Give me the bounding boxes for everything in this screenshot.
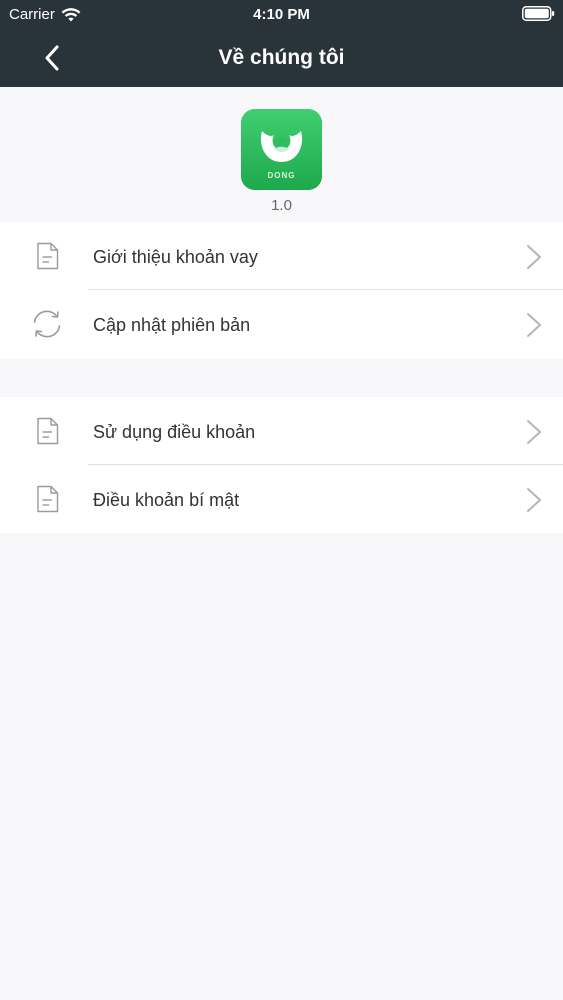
app-version: 1.0 — [271, 197, 292, 214]
header: Carrier 4:10 PM Về chúng tôi — [0, 0, 563, 87]
app-logo-text: DONG — [267, 171, 296, 180]
list-item-update-version[interactable]: Cập nhật phiên bản — [0, 290, 563, 358]
battery-icon — [522, 6, 555, 21]
list-item-label: Giới thiệu khoản vay — [93, 247, 258, 267]
list-item-loan-intro[interactable]: Giới thiệu khoản vay — [0, 222, 563, 290]
app-logo: DONG — [241, 109, 322, 190]
chevron-right-icon — [525, 487, 543, 513]
list-item-privacy-terms[interactable]: Điều khoản bí mật — [0, 465, 563, 533]
settings-group-2: Sử dụng điều khoản Điều khoản bí mật — [0, 397, 563, 533]
document-icon — [30, 240, 64, 272]
refresh-icon — [30, 308, 64, 340]
status-bar: Carrier 4:10 PM — [0, 0, 563, 28]
list-item-label: Cập nhật phiên bản — [93, 315, 251, 335]
navigation-bar: Về chúng tôi — [0, 28, 563, 87]
back-button[interactable] — [32, 36, 72, 80]
chevron-left-icon — [45, 45, 59, 71]
list-item-terms-of-use[interactable]: Sử dụng điều khoản — [0, 397, 563, 465]
document-icon — [30, 415, 64, 447]
app-info-section: DONG 1.0 — [0, 87, 563, 221]
list-item-label: Sử dụng điều khoản — [93, 422, 256, 442]
page-title: Về chúng tôi — [218, 46, 345, 69]
chevron-right-icon — [525, 244, 543, 270]
status-time: 4:10 PM — [253, 6, 310, 23]
list-item-label: Điều khoản bí mật — [93, 490, 240, 510]
settings-group-1: Giới thiệu khoản vay Cập nhật phiên bản — [0, 222, 563, 359]
chevron-right-icon — [525, 312, 543, 338]
chevron-right-icon — [525, 419, 543, 445]
document-icon — [30, 483, 64, 515]
